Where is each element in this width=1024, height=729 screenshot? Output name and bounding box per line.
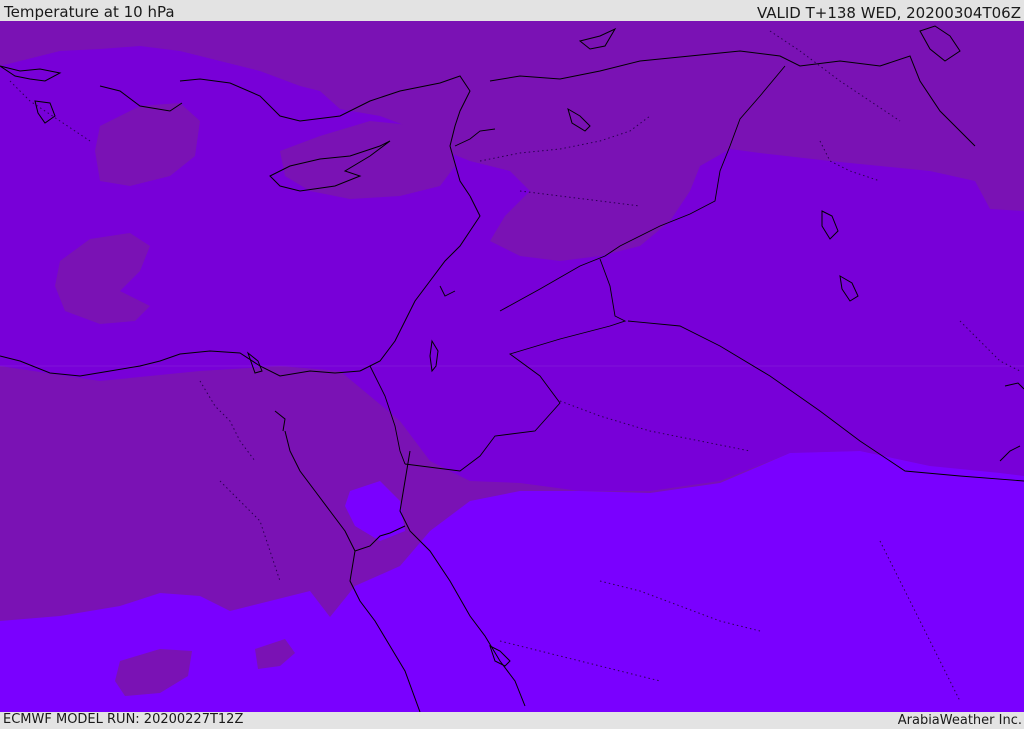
map-title: Temperature at 10 hPa <box>4 3 175 21</box>
header-bar: Temperature at 10 hPa VALID T+138 WED, 2… <box>0 0 1024 22</box>
valid-time: VALID T+138 WED, 20200304T06Z <box>756 4 1021 22</box>
model-run: ECMWF MODEL RUN: 20200227T12Z <box>3 712 244 727</box>
footer-bar: ECMWF MODEL RUN: 20200227T12Z ArabiaWeat… <box>0 712 1024 729</box>
credit: ArabiaWeather Inc. <box>897 713 1022 728</box>
weather-map[interactable] <box>0 21 1024 712</box>
map-canvas <box>0 21 1024 712</box>
